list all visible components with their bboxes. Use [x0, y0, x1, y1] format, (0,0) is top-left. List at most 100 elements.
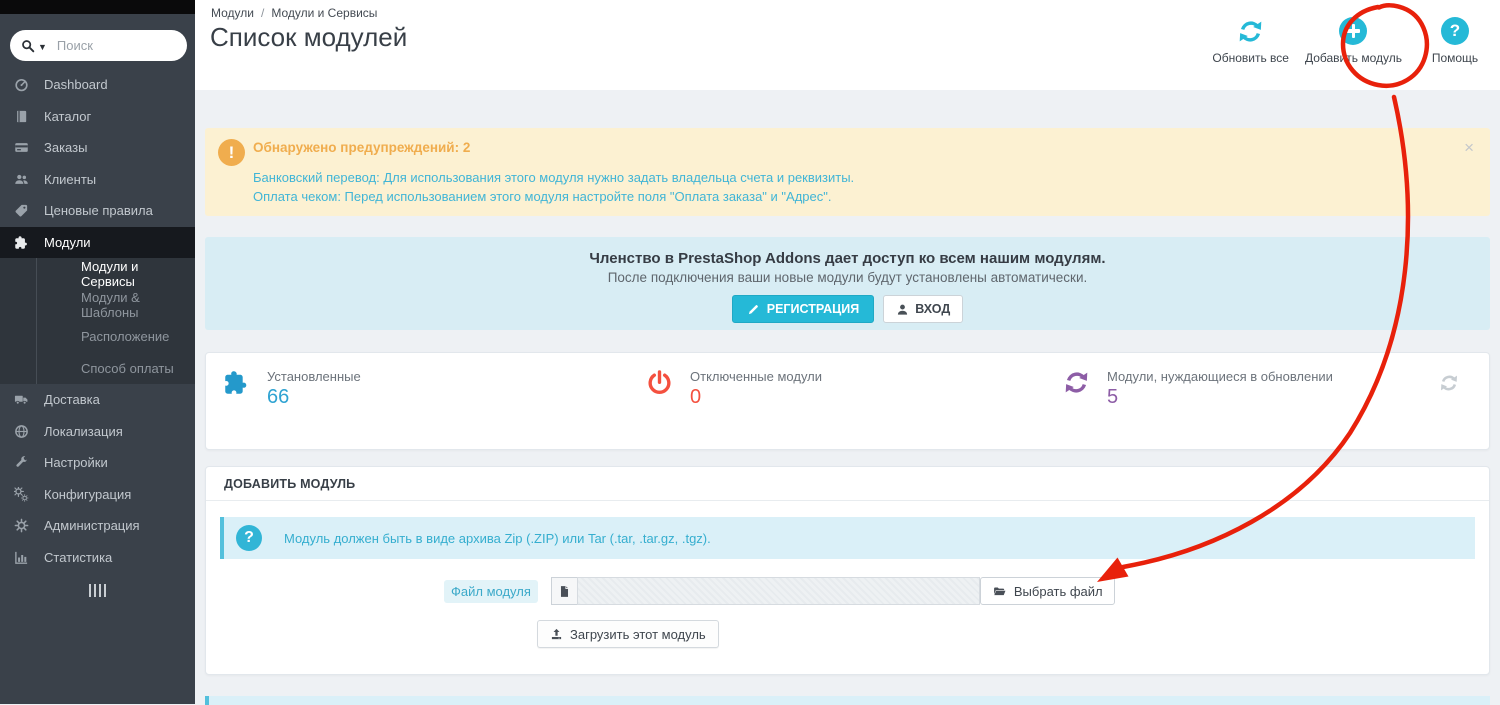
sidebar-item-label: Заказы — [44, 140, 87, 155]
sidebar-item-dashboard[interactable]: Dashboard — [0, 69, 195, 101]
module-format-info-text: Модуль должен быть в виде архива Zip (.Z… — [284, 531, 711, 546]
sidebar-item-orders[interactable]: Заказы — [0, 132, 195, 164]
credit-card-icon — [14, 140, 29, 155]
bar-chart-icon — [14, 550, 29, 565]
sidebar-item-administration[interactable]: Администрация — [0, 510, 195, 542]
gauge-icon — [14, 77, 29, 92]
add-module-panel: ДОБАВИТЬ МОДУЛЬ ? Модуль должен быть в в… — [205, 466, 1490, 675]
refresh-icon — [1237, 18, 1264, 45]
help-label: Помощь — [1432, 51, 1478, 65]
sidebar-item-stats[interactable]: Статистика — [0, 542, 195, 574]
warning-line-bankwire[interactable]: Банковский перевод: Для использования эт… — [253, 169, 1450, 188]
power-icon — [646, 369, 673, 396]
addons-banner: Членство в PrestaShop Addons дает доступ… — [205, 237, 1490, 330]
warning-alert: ! Обнаружено предупреждений: 2 Банковски… — [205, 128, 1490, 216]
modules-stats-card: Установленные 66 Отключенные модули 0 Мо… — [205, 352, 1490, 450]
close-icon[interactable]: × — [1464, 139, 1474, 156]
refresh-all-label: Обновить все — [1212, 51, 1289, 65]
cog-icon — [14, 518, 29, 533]
sidebar-item-catalog[interactable]: Каталог — [0, 101, 195, 133]
refresh-stats-icon[interactable] — [1439, 373, 1459, 393]
module-file-input[interactable] — [577, 577, 980, 605]
upload-module-button[interactable]: Загрузить этот модуль — [537, 620, 719, 648]
sidebar-item-configuration[interactable]: Конфигурация — [0, 479, 195, 511]
stat-installed: Установленные 66 — [223, 369, 361, 409]
sidebar-item-label: Конфигурация — [44, 487, 131, 502]
add-module-label: Добавить модуль — [1305, 51, 1402, 65]
sidebar-item-modules[interactable]: Модули — [0, 227, 195, 259]
breadcrumb-separator: / — [261, 6, 264, 20]
sidebar-item-label: Каталог — [44, 109, 91, 124]
sidebar-subitem-positions[interactable]: Расположение — [36, 321, 195, 353]
login-button[interactable]: ВХОД — [883, 295, 963, 323]
sidebar-subitem-modules-themes[interactable]: Модули & Шаблоны — [36, 290, 195, 322]
register-button[interactable]: РЕГИСТРАЦИЯ — [732, 295, 874, 323]
sidebar-item-label: Модули — [44, 235, 91, 250]
header-actions: Обновить все Добавить модуль ? Помощь — [1196, 15, 1492, 65]
addons-subtitle: После подключения ваши новые модули буду… — [205, 270, 1490, 285]
sidebar-item-label: Клиенты — [44, 172, 96, 187]
tag-icon — [14, 203, 29, 218]
sidebar-collapse-handle[interactable] — [0, 575, 195, 606]
plus-circle-icon — [1339, 17, 1367, 45]
sidebar-submenu-modules: Модули и Сервисы Модули & Шаблоны Распол… — [0, 258, 195, 384]
warning-line-cheque[interactable]: Оплата чеком: Перед использованием этого… — [253, 188, 1450, 207]
sidebar-subitem-payment[interactable]: Способ оплаты — [36, 353, 195, 385]
sidebar-menu: Dashboard Каталог Заказы Клиенты Ценовые… — [0, 69, 195, 606]
pencil-icon — [747, 303, 760, 316]
add-module-button[interactable]: Добавить модуль — [1305, 15, 1402, 65]
collapse-bars-icon — [89, 584, 91, 597]
search-scope-caret-icon[interactable]: ▼ — [38, 42, 47, 52]
stat-updates: Модули, нуждающиеся в обновлении 5 — [1063, 369, 1333, 409]
sidebar-item-label: Доставка — [44, 392, 100, 407]
register-label: РЕГИСТРАЦИЯ — [767, 302, 859, 316]
addons-title: Членство в PrestaShop Addons дает доступ… — [205, 250, 1490, 267]
cogs-icon — [14, 487, 29, 502]
sidebar-item-shipping[interactable]: Доставка — [0, 384, 195, 416]
sidebar-item-customers[interactable]: Клиенты — [0, 164, 195, 196]
sidebar-search[interactable]: ▼ — [10, 30, 187, 61]
question-circle-icon: ? — [236, 525, 262, 551]
sync-icon — [1063, 369, 1090, 396]
module-format-info: ? Модуль должен быть в виде архива Zip (… — [220, 517, 1475, 559]
stat-updates-label: Модули, нуждающиеся в обновлении — [1107, 369, 1333, 384]
module-file-row: Файл модуля Выбрать файл — [206, 577, 1489, 605]
collapse-bars-icon — [94, 584, 96, 597]
page-content: ! Обнаружено предупреждений: 2 Банковски… — [195, 90, 1500, 705]
sidebar-item-label: Локализация — [44, 424, 123, 439]
book-icon — [14, 109, 29, 124]
page-title: Список модулей — [210, 22, 407, 53]
prestashop-admin: ▼ Dashboard Каталог Заказы Клиенты Ценов… — [0, 0, 1500, 704]
sidebar-item-label: Dashboard — [44, 77, 108, 92]
truck-icon — [14, 392, 29, 407]
search-icon — [20, 38, 36, 54]
sidebar-item-preferences[interactable]: Настройки — [0, 447, 195, 479]
stat-updates-value: 5 — [1107, 386, 1333, 409]
sidebar-top-strip — [0, 0, 195, 14]
collapse-bars-icon — [99, 584, 101, 597]
upload-icon — [550, 627, 563, 641]
wrench-icon — [14, 455, 29, 470]
choose-file-button[interactable]: Выбрать файл — [980, 577, 1115, 605]
sidebar-item-label: Статистика — [44, 550, 112, 565]
stat-installed-label: Установленные — [267, 369, 361, 384]
sidebar-item-label: Настройки — [44, 455, 108, 470]
sidebar-item-localization[interactable]: Локализация — [0, 416, 195, 448]
search-input[interactable] — [57, 38, 167, 53]
collapse-bars-icon — [104, 584, 106, 597]
question-circle-icon: ? — [1441, 17, 1469, 45]
sidebar-item-price-rules[interactable]: Ценовые правила — [0, 195, 195, 227]
breadcrumb-parent-link[interactable]: Модули — [211, 6, 254, 20]
sidebar: ▼ Dashboard Каталог Заказы Клиенты Ценов… — [0, 0, 195, 704]
help-button[interactable]: ? Помощь — [1418, 15, 1492, 65]
module-file-label: Файл модуля — [444, 580, 538, 603]
refresh-all-button[interactable]: Обновить все — [1212, 15, 1289, 65]
users-icon — [14, 172, 29, 187]
sidebar-item-label: Ценовые правила — [44, 203, 153, 218]
folder-open-icon — [992, 585, 1007, 598]
stat-disabled-label: Отключенные модули — [690, 369, 822, 384]
breadcrumb-current-link[interactable]: Модули и Сервисы — [271, 6, 377, 20]
sidebar-subitem-modules-services[interactable]: Модули и Сервисы — [36, 258, 195, 290]
warning-icon: ! — [218, 139, 245, 166]
add-module-panel-title: ДОБАВИТЬ МОДУЛЬ — [206, 467, 1489, 501]
